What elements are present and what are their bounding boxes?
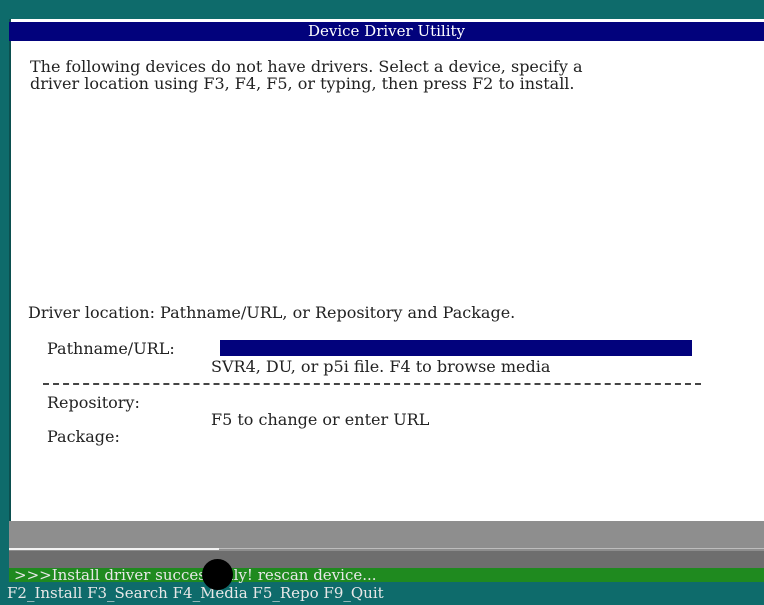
video-overlay-bar (9, 521, 764, 551)
intro-line-2: driver location using F3, F4, F5, or typ… (30, 74, 575, 93)
driver-location-heading: Driver location: Pathname/URL, or Reposi… (28, 303, 516, 322)
seek-progress (9, 548, 219, 550)
package-label: Package: (47, 427, 120, 446)
repository-label: Repository: (47, 393, 140, 412)
main-panel (9, 19, 764, 529)
seek-handle[interactable] (202, 559, 233, 590)
window-title: Device Driver Utility (9, 22, 764, 41)
repository-hint: F5 to change or enter URL (211, 410, 430, 429)
pathname-label: Pathname/URL: (47, 339, 175, 358)
pathname-hint: SVR4, DU, or p5i file. F4 to browse medi… (211, 357, 551, 376)
seek-track[interactable] (219, 548, 764, 549)
separator (43, 383, 701, 385)
function-key-bar: F2_Install F3_Search F4_Media F5_Repo F9… (0, 583, 764, 605)
status-message: >>>Install driver successfully! rescan d… (14, 566, 377, 584)
pathname-input[interactable] (220, 340, 692, 356)
function-key-legend: F2_Install F3_Search F4_Media F5_Repo F9… (7, 584, 384, 602)
